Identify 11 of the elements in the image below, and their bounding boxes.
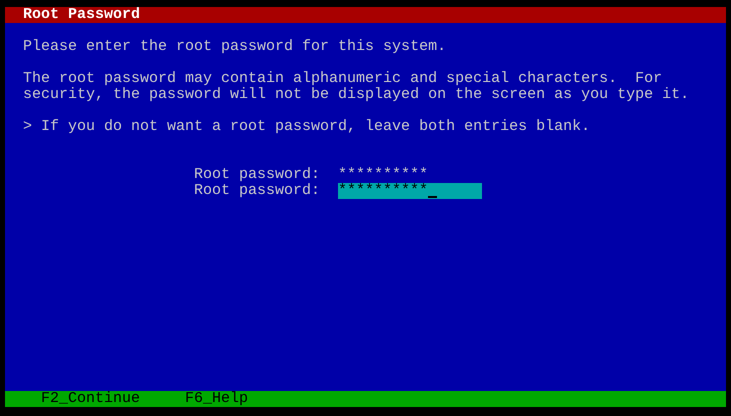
field-label: Root password: <box>194 183 322 199</box>
function-key-hint[interactable]: F6_Help <box>185 391 248 407</box>
function-key-hint[interactable]: F2_Continue <box>41 391 140 407</box>
field-label: Root password: <box>194 167 322 183</box>
instruction-text: Please enter the root password for this system. <box>23 39 446 55</box>
password-field[interactable]: ********** <box>338 167 482 183</box>
title-bar: Root Password <box>5 7 726 23</box>
password-field[interactable]: ********** <box>338 183 482 199</box>
instruction-text: > If you do not want a root password, leave both entries blank. <box>23 119 590 135</box>
instruction-text: The root password may contain alphanumeric and special characters. For security, the password will not be displayed on the screen as you type it. <box>23 71 690 103</box>
text-cursor <box>428 196 438 198</box>
